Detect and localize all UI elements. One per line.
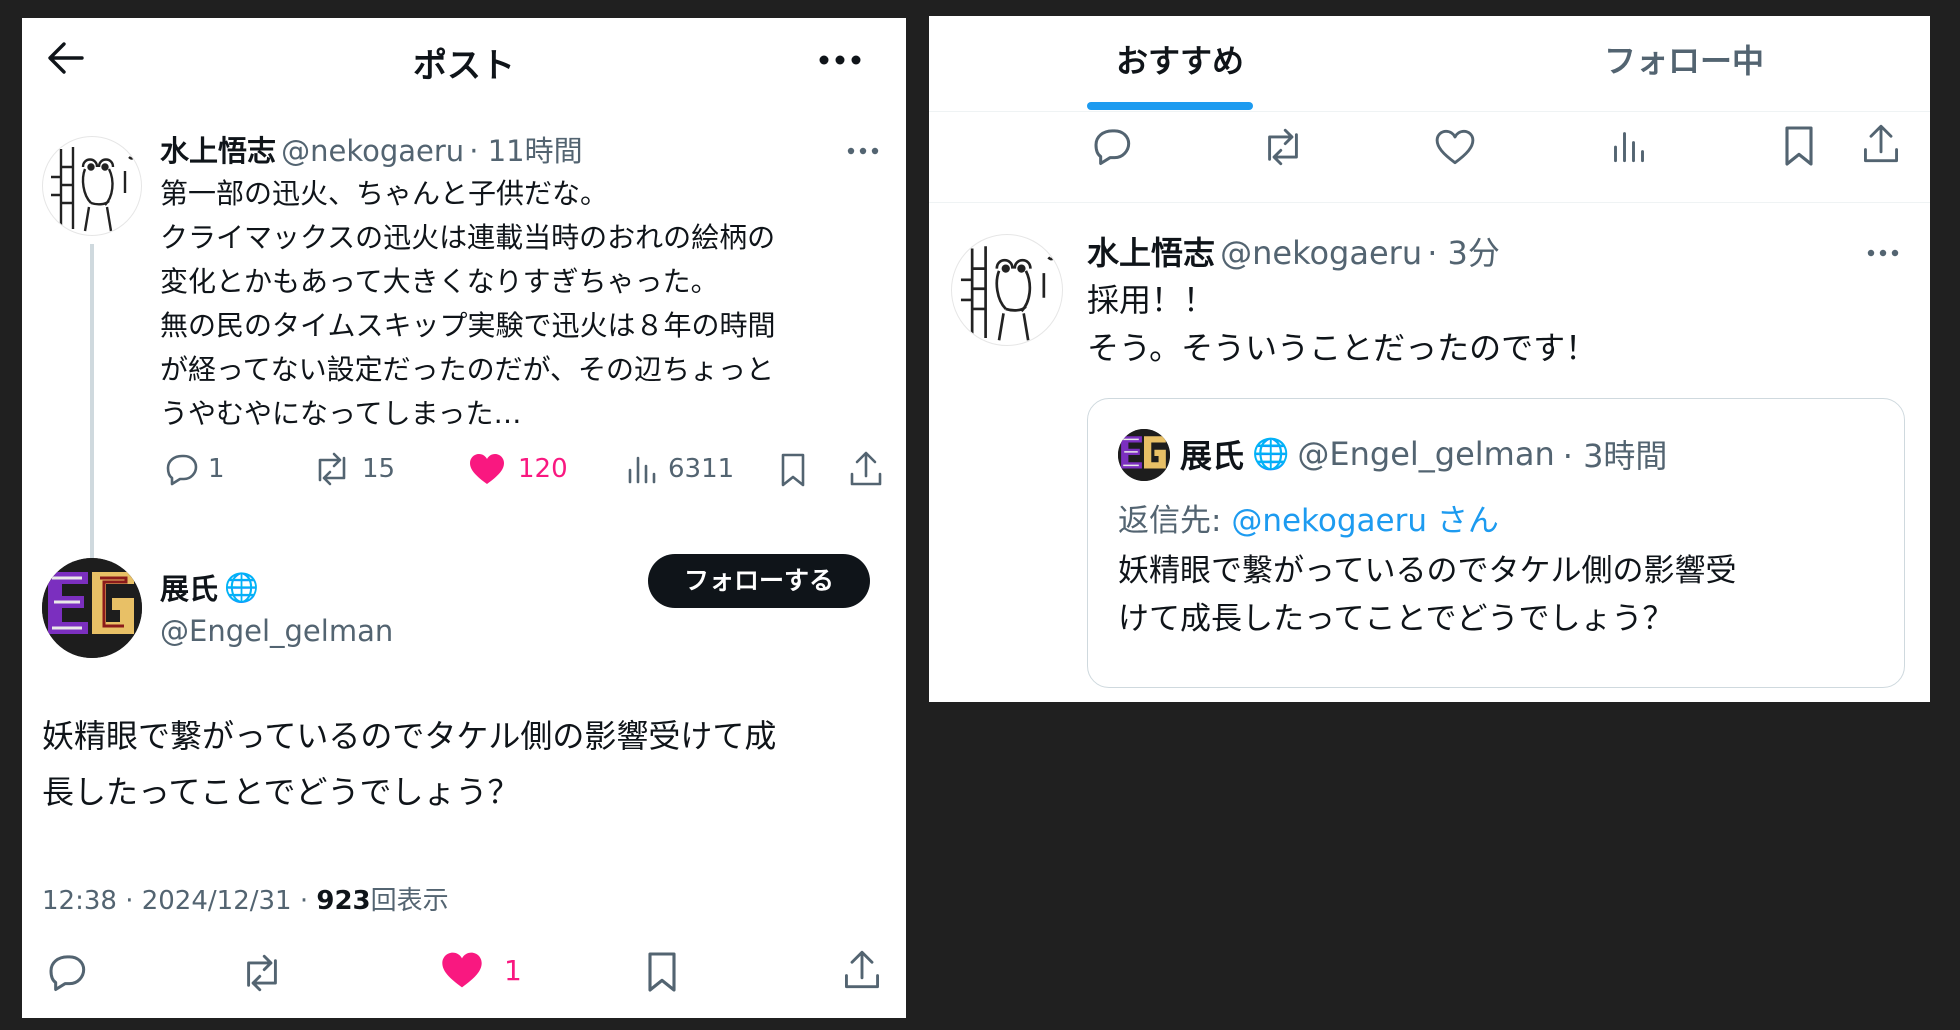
reply-icon[interactable]	[44, 952, 86, 992]
share-icon[interactable]	[842, 948, 882, 992]
bookmark-icon[interactable]	[644, 950, 680, 994]
views-button[interactable]: 6311	[626, 452, 734, 486]
view-label: 回表示	[370, 886, 449, 916]
post-detail-panel: ポスト 水上悟志 @nekogaeru · 11時間 第一部の迅火、ちゃんと子供…	[22, 18, 906, 1018]
page-title: ポスト	[413, 46, 515, 86]
reply-author: 展氏 🌐	[160, 566, 259, 608]
author-name[interactable]: 水上悟志	[1087, 234, 1215, 272]
globe-icon: 🌐	[1252, 436, 1290, 472]
author-handle: @Engel_gelman	[1297, 435, 1555, 473]
reply-count: 1	[208, 454, 225, 484]
reply-button[interactable]: 1	[162, 452, 225, 486]
views-count: 6311	[668, 454, 735, 484]
like-count: 120	[518, 454, 568, 484]
reply-prefix: 返信先:	[1118, 503, 1232, 539]
heart-icon[interactable]	[1433, 128, 1477, 166]
author-handle[interactable]: @Engel_gelman	[160, 614, 393, 648]
avatar[interactable]	[42, 558, 142, 658]
tweet-header: 水上悟志 @nekogaeru · 11時間	[160, 128, 583, 170]
avatar[interactable]	[42, 136, 142, 236]
quote-header: 展氏 🌐 @Engel_gelman · 3時間	[1180, 431, 1667, 477]
repost-icon[interactable]	[238, 954, 286, 992]
eg-logo-avatar	[42, 558, 142, 658]
like-count: 1	[504, 953, 522, 987]
like-button[interactable]: 1	[440, 950, 522, 990]
views-icon	[628, 456, 656, 484]
share-icon[interactable]	[848, 450, 884, 488]
reply-to: 返信先: @nekogaeru さん	[1118, 495, 1499, 540]
tab-recommended[interactable]: おすすめ	[1097, 36, 1263, 82]
timeline-panel: おすすめ フォロー中 水上悟志 @nekogaeru · 3分 採用！！ そう。…	[929, 16, 1930, 702]
share-icon[interactable]	[1861, 122, 1901, 166]
bookmark-icon[interactable]	[1781, 124, 1817, 168]
quote-card[interactable]: 展氏 🌐 @Engel_gelman · 3時間 返信先: @nekogaeru…	[1087, 398, 1905, 688]
reply-icon[interactable]	[1089, 126, 1131, 166]
tab-following[interactable]: フォロー中	[1569, 36, 1799, 82]
tweet-more-icon[interactable]	[1864, 248, 1902, 258]
thread-line	[90, 244, 94, 560]
view-count: 923	[316, 886, 371, 916]
reply-icon	[166, 454, 198, 486]
eg-logo-avatar	[1118, 429, 1170, 481]
author-name[interactable]: 展氏	[160, 566, 218, 608]
like-button[interactable]: 120	[468, 452, 568, 486]
tweet-text: 第一部の迅火、ちゃんと子供だな。 クライマックスの迅火は連載当時のおれの絵柄の …	[160, 177, 776, 430]
reply-handle-link[interactable]: @nekogaeru	[1231, 503, 1427, 539]
frog-avatar-drawing	[51, 147, 135, 232]
tweet-header: 水上悟志 @nekogaeru · 3分	[1087, 228, 1500, 274]
tweet-timestamp[interactable]: 12:38 · 2024/12/31 ·	[42, 886, 316, 916]
tweet-more-icon[interactable]	[846, 146, 880, 156]
avatar[interactable]	[951, 234, 1063, 346]
more-icon[interactable]	[818, 54, 862, 66]
tweet-meta: 12:38 · 2024/12/31 · 923回表示	[42, 880, 449, 917]
tweet-time[interactable]: · 3分	[1427, 234, 1500, 272]
tweet-time: · 3時間	[1562, 437, 1668, 475]
repost-button[interactable]: 15	[312, 452, 395, 486]
author-name: 展氏	[1180, 437, 1245, 475]
repost-count: 15	[362, 454, 396, 484]
globe-icon: 🌐	[224, 570, 259, 604]
heart-filled-icon	[442, 952, 482, 988]
views-icon[interactable]	[1611, 126, 1647, 166]
divider	[929, 202, 1930, 203]
tweet-time[interactable]: · 11時間	[469, 134, 582, 168]
repost-icon[interactable]	[1259, 128, 1307, 166]
author-handle[interactable]: @nekogaeru	[281, 134, 464, 168]
frog-avatar-drawing	[960, 246, 1055, 341]
tweet-text: 採用！！ そう。そういうことだったのです！	[1087, 281, 1598, 367]
quote-text: 妖精眼で繋がっているのでタケル側の影響受 けて成長したってことでどうでしょう？	[1118, 553, 1737, 637]
tweet-text: 妖精眼で繋がっているのでタケル側の影響受けて成 長したってことでどうでしょう？	[42, 717, 777, 811]
author-handle[interactable]: @nekogaeru	[1220, 234, 1422, 272]
bookmark-icon[interactable]	[778, 452, 808, 488]
active-tab-indicator	[1087, 102, 1253, 110]
avatar	[1118, 429, 1170, 481]
follow-button[interactable]: フォローする	[648, 554, 870, 608]
repost-icon	[318, 452, 346, 486]
author-name[interactable]: 水上悟志	[160, 134, 276, 168]
heart-filled-icon	[470, 454, 504, 484]
reply-suffix: さん	[1427, 503, 1499, 539]
